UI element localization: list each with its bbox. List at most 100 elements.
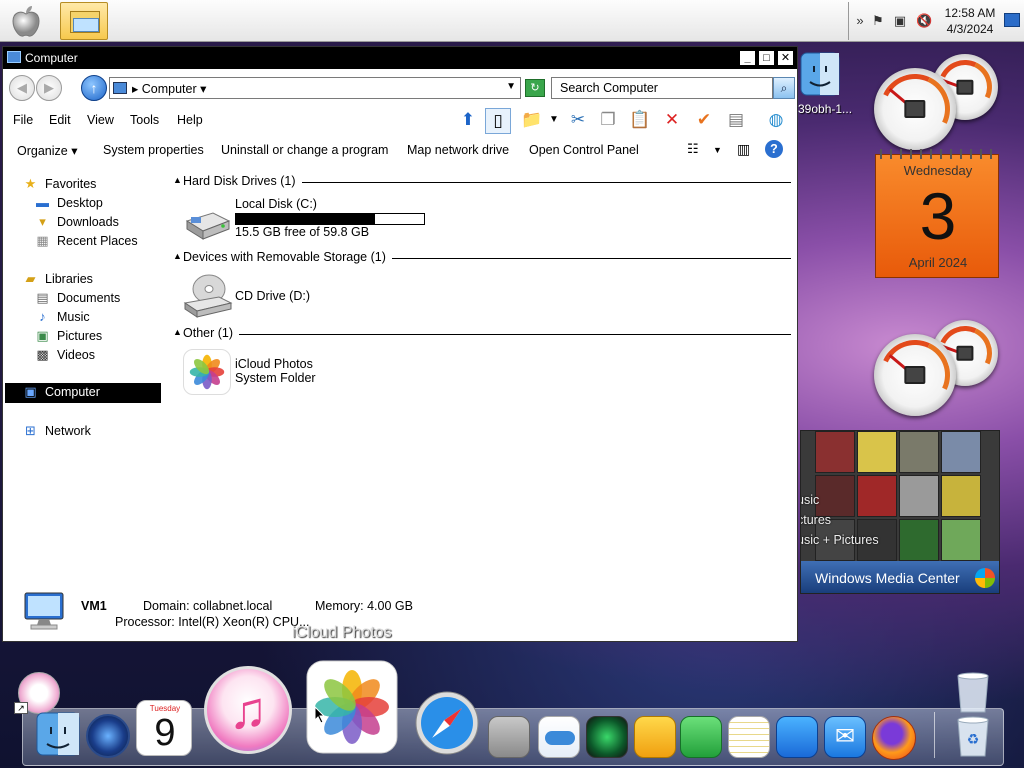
address-dropdown-icon[interactable]: ▼: [506, 81, 516, 92]
finder-desktop-icon[interactable]: [800, 52, 840, 96]
chevron-down-icon[interactable]: ▼: [541, 108, 567, 134]
numbers-icon[interactable]: [680, 716, 722, 758]
local-disk-free-space: 15.5 GB free of 59.8 GB: [235, 225, 370, 239]
group-hard-disk-drives[interactable]: ▲ Hard Disk Drives (1): [171, 174, 791, 190]
cut-icon[interactable]: ✂: [565, 108, 591, 134]
preview-pane-icon[interactable]: ▯: [485, 108, 511, 134]
menu-edit[interactable]: Edit: [49, 113, 71, 127]
copy-icon[interactable]: ❐: [595, 108, 621, 134]
mouse-cursor-icon: [314, 706, 326, 724]
calendar-gadget[interactable]: Wednesday 3 April 2024: [875, 149, 1000, 278]
keynote-icon[interactable]: [776, 716, 818, 758]
mail-icon[interactable]: ✉: [824, 716, 866, 758]
trash-icon[interactable]: ♻: [950, 670, 996, 760]
clock[interactable]: 12:58 AM 4/3/2024: [940, 5, 1000, 37]
wheel-app-icon[interactable]: [86, 714, 130, 758]
minimize-button[interactable]: _: [739, 50, 756, 66]
shortcut-arrow-icon: ↗: [14, 702, 28, 714]
local-disk-name[interactable]: Local Disk (C:): [235, 197, 317, 211]
videos-icon: ▩: [36, 347, 49, 362]
uninstall-program-button[interactable]: Uninstall or change a program: [221, 143, 388, 157]
address-bar[interactable]: ▸ Computer ▾ ▼: [109, 77, 521, 99]
checkmark-icon[interactable]: ✔: [691, 108, 717, 134]
dock-separator: [934, 712, 935, 758]
hard-drive-icon[interactable]: [183, 207, 231, 241]
group-other[interactable]: ▲ Other (1): [171, 326, 791, 342]
desktop-icon: ▬: [36, 195, 49, 210]
music-app-icon[interactable]: ♫: [204, 666, 292, 754]
cd-drive-icon[interactable]: [183, 273, 233, 319]
close-button[interactable]: ✕: [777, 50, 794, 66]
icloud-photos-icon[interactable]: [183, 349, 231, 395]
menu-tools[interactable]: Tools: [130, 113, 159, 127]
network-icon: ⊞: [25, 423, 36, 438]
finder-icon[interactable]: [36, 712, 80, 756]
organize-button[interactable]: Organize ▾: [17, 143, 77, 158]
paste-icon[interactable]: 📋: [627, 108, 653, 134]
collapse-icon: ▲: [173, 251, 182, 261]
system-properties-button[interactable]: System properties: [103, 143, 204, 157]
menu-view[interactable]: View: [87, 113, 114, 127]
pages-icon[interactable]: [634, 716, 676, 758]
search-icon[interactable]: ⌕: [773, 77, 795, 99]
calendar-app-icon[interactable]: Tuesday 9: [136, 700, 192, 756]
title-bar[interactable]: Computer _ □ ✕: [3, 47, 797, 69]
computer-name: VM1: [81, 599, 107, 613]
computer-monitor-icon: [24, 592, 64, 630]
computer-icon: [7, 51, 21, 63]
properties-icon[interactable]: ▤: [723, 108, 749, 134]
icloud-photos-name[interactable]: iCloud Photos: [235, 357, 313, 371]
nav-computer[interactable]: ▣ Computer: [5, 383, 161, 403]
cd-drive-name[interactable]: CD Drive (D:): [235, 289, 310, 303]
breadcrumb-computer[interactable]: Computer: [142, 82, 197, 96]
find-my-icon[interactable]: [586, 716, 628, 758]
maximize-button[interactable]: □: [758, 50, 775, 66]
cpu-gauge-gadget[interactable]: [870, 330, 960, 420]
up-arrow-icon[interactable]: ⬆: [455, 108, 481, 134]
contacts-icon[interactable]: [488, 716, 530, 758]
show-hidden-icons-icon[interactable]: »: [852, 13, 868, 29]
refresh-button[interactable]: ↻: [525, 79, 545, 97]
action-center-flag-icon[interactable]: ⚑: [870, 13, 886, 29]
media-center-label[interactable]: usic + Pictures: [801, 533, 879, 547]
firefox-icon[interactable]: [872, 716, 916, 760]
group-removable-storage[interactable]: ▲ Devices with Removable Storage (1): [171, 250, 791, 266]
media-center-label[interactable]: ctures: [801, 513, 831, 527]
volume-muted-icon[interactable]: 🔇: [916, 13, 932, 29]
media-center-label[interactable]: usic: [801, 493, 819, 507]
notes-icon[interactable]: [728, 716, 770, 758]
domain-text: Domain: collabnet.local: [143, 599, 273, 613]
downloads-icon: ▾: [39, 214, 46, 229]
delete-icon[interactable]: ✕: [659, 108, 685, 134]
change-view-icon[interactable]: ☷: [687, 141, 699, 157]
explorer-window: Computer _ □ ✕ ◀ ▶ ↑ ▸ Computer ▾ ▼ ↻ Se…: [2, 46, 798, 642]
forward-button[interactable]: ▶: [36, 75, 62, 101]
desktop-item-label[interactable]: 39obh-1...: [798, 102, 852, 116]
show-desktop-icon[interactable]: [1004, 13, 1020, 27]
calendar-day: 3: [919, 179, 957, 253]
icloud-icon[interactable]: [538, 716, 580, 758]
globe-icon[interactable]: ◍: [763, 108, 789, 134]
menu-file[interactable]: File: [13, 113, 33, 127]
clock-time: 12:58 AM: [944, 6, 996, 20]
preview-pane-icon[interactable]: ▥: [737, 141, 750, 158]
cpu-gauge-gadget[interactable]: [870, 64, 960, 154]
up-button[interactable]: ↑: [81, 75, 107, 101]
clock-date: 4/3/2024: [946, 22, 994, 36]
help-icon[interactable]: ?: [765, 140, 783, 158]
apple-logo-icon[interactable]: [8, 4, 44, 38]
map-network-drive-button[interactable]: Map network drive: [407, 143, 509, 157]
windows-orb-icon: [975, 568, 995, 588]
menu-help[interactable]: Help: [177, 113, 203, 127]
media-center-gadget[interactable]: usic ctures usic + Pictures Windows Medi…: [800, 430, 1000, 594]
open-control-panel-button[interactable]: Open Control Panel: [529, 143, 639, 157]
chevron-down-icon[interactable]: ▼: [713, 145, 722, 155]
disk-usage-bar: [235, 213, 425, 225]
windows-explorer-taskbar-button[interactable]: [60, 2, 108, 40]
recent-places-icon: ▦: [36, 233, 49, 248]
windows-explorer-icon: [70, 11, 100, 33]
search-input[interactable]: Search Computer: [551, 77, 773, 99]
network-icon[interactable]: ▣: [892, 13, 908, 29]
safari-icon[interactable]: [414, 690, 480, 756]
back-button[interactable]: ◀: [9, 75, 35, 101]
